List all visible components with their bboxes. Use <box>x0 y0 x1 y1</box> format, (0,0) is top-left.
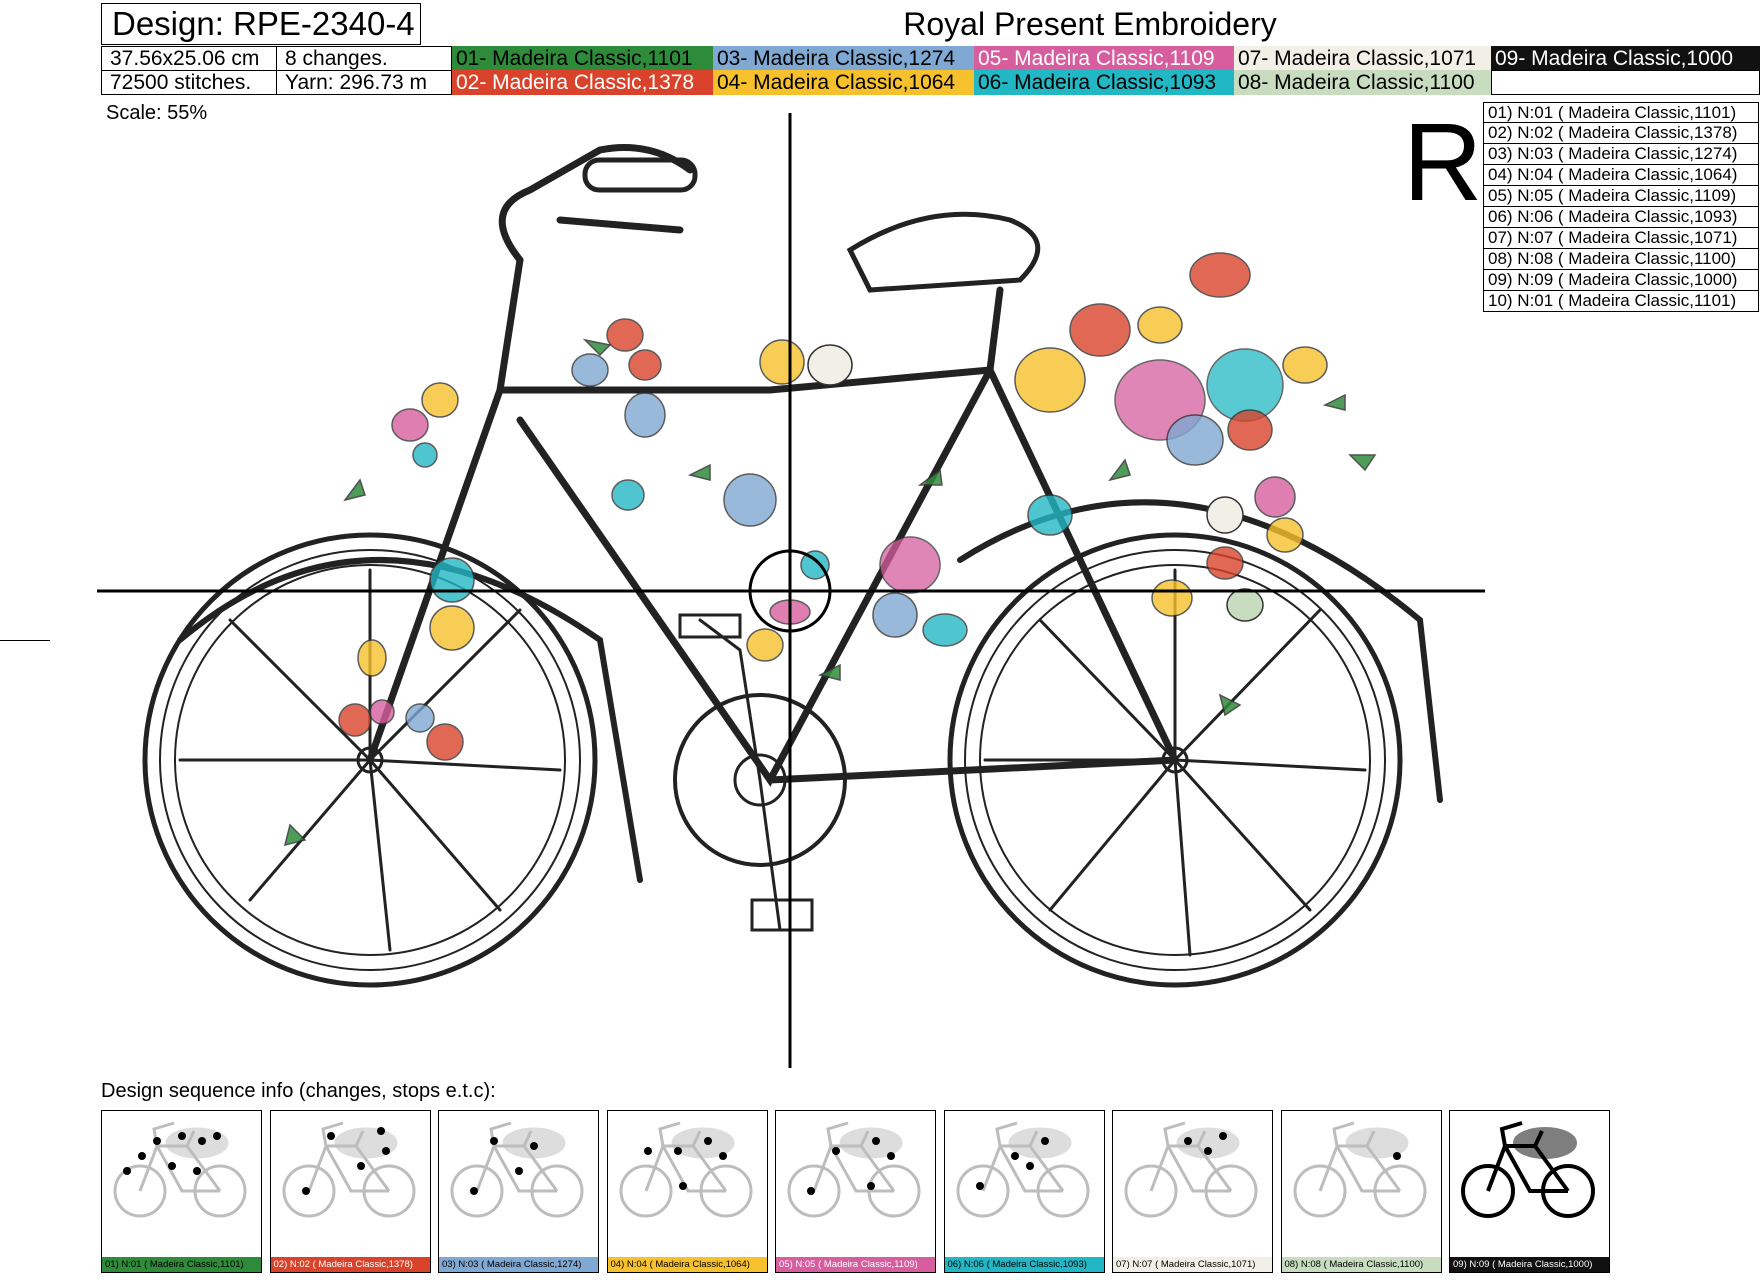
yarn-value: Yarn: 296.73 m <box>276 70 452 95</box>
color-chip-03: 03- Madeira Classic,1274 <box>713 46 974 71</box>
stop-row: 02) N:02 ( Madeira Classic,1378) <box>1483 123 1759 144</box>
color-chip-02: 02- Madeira Classic,1378 <box>452 70 713 95</box>
color-empty-cell <box>1491 70 1760 95</box>
thumb-bike <box>787 1121 921 1218</box>
stop-row: 08) N:08 ( Madeira Classic,1100) <box>1483 249 1759 270</box>
sequence-thumb: 03) N:03 ( Madeira Classic,1274) <box>438 1110 599 1273</box>
thumb-bike <box>1124 1121 1258 1218</box>
stitches-value: 72500 stitches. <box>101 70 277 95</box>
stop-row: 06) N:06 ( Madeira Classic,1093) <box>1483 207 1759 228</box>
stop-row: 04) N:04 ( Madeira Classic,1064) <box>1483 165 1759 186</box>
center-crosshair <box>97 113 1485 1068</box>
stop-row: 03) N:03 ( Madeira Classic,1274) <box>1483 144 1759 165</box>
sequence-thumb: 01) N:01 ( Madeira Classic,1101) <box>101 1110 262 1273</box>
color-chip-04: 04- Madeira Classic,1064 <box>713 70 974 95</box>
stop-row: 05) N:05 ( Madeira Classic,1109) <box>1483 186 1759 207</box>
thumb-caption: 05) N:05 ( Madeira Classic,1109) <box>776 1257 935 1272</box>
thumb-bike <box>1461 1121 1595 1218</box>
left-tick-mark <box>0 640 50 641</box>
thumb-caption: 03) N:03 ( Madeira Classic,1274) <box>439 1257 598 1272</box>
thumb-bike <box>619 1121 752 1218</box>
stop-row: 01) N:01 ( Madeira Classic,1101) <box>1483 102 1759 123</box>
stop-row: 07) N:07 ( Madeira Classic,1071) <box>1483 228 1759 249</box>
thumb-caption: 01) N:01 ( Madeira Classic,1101) <box>102 1257 261 1272</box>
color-chip-09: 09- Madeira Classic,1000 <box>1491 46 1760 71</box>
color-chip-08: 08- Madeira Classic,1100 <box>1234 70 1491 95</box>
thumb-caption: 07) N:07 ( Madeira Classic,1071) <box>1113 1257 1272 1272</box>
thumb-bike <box>450 1121 584 1218</box>
thumb-bike <box>113 1121 247 1218</box>
sequence-thumb: 02) N:02 ( Madeira Classic,1378) <box>269 1110 431 1273</box>
company-title: Royal Present Embroidery <box>903 6 1277 42</box>
color-chip-06: 06- Madeira Classic,1093 <box>974 70 1234 95</box>
changes-value: 8 changes. <box>276 46 452 71</box>
sequence-thumb: 06) N:06 ( Madeira Classic,1093) <box>943 1110 1105 1273</box>
thumb-bike <box>282 1121 415 1218</box>
sequence-thumb: 07) N:07 ( Madeira Classic,1071) <box>1112 1110 1273 1273</box>
sequence-thumb: 08) N:08 ( Madeira Classic,1100) <box>1280 1110 1442 1273</box>
sequence-thumb: 04) N:04 ( Madeira Classic,1064) <box>606 1110 768 1273</box>
stop-list: 01) N:01 ( Madeira Classic,1101) 02) N:02… <box>1483 102 1759 312</box>
design-title: Design: RPE-2340-4 <box>101 3 421 45</box>
thumb-caption: 06) N:06 ( Madeira Classic,1093) <box>944 1257 1104 1272</box>
color-chip-07: 07- Madeira Classic,1071 <box>1234 46 1491 71</box>
color-chip-05: 05- Madeira Classic,1109 <box>974 46 1234 71</box>
design-preview <box>97 113 1485 1068</box>
thumb-caption: 09) N:09 ( Madeira Classic,1000) <box>1450 1257 1609 1272</box>
thumb-caption: 02) N:02 ( Madeira Classic,1378) <box>270 1257 430 1272</box>
thumb-caption: 04) N:04 ( Madeira Classic,1064) <box>607 1257 767 1272</box>
color-chip-01: 01- Madeira Classic,1101 <box>452 46 713 71</box>
thumb-bike <box>1293 1121 1426 1218</box>
thumb-bike <box>956 1121 1089 1218</box>
size-value: 37.56x25.06 cm <box>101 46 277 71</box>
stop-row: 09) N:09 ( Madeira Classic,1000) <box>1483 270 1759 291</box>
thumb-caption: 08) N:08 ( Madeira Classic,1100) <box>1281 1257 1441 1272</box>
stop-row: 10) N:01 ( Madeira Classic,1101) <box>1483 291 1759 312</box>
sequence-thumb: 09) N:09 ( Madeira Classic,1000) <box>1449 1110 1610 1273</box>
sequence-label: Design sequence info (changes, stops e.t… <box>101 1080 496 1102</box>
sequence-thumb: 05) N:05 ( Madeira Classic,1109) <box>775 1110 936 1273</box>
